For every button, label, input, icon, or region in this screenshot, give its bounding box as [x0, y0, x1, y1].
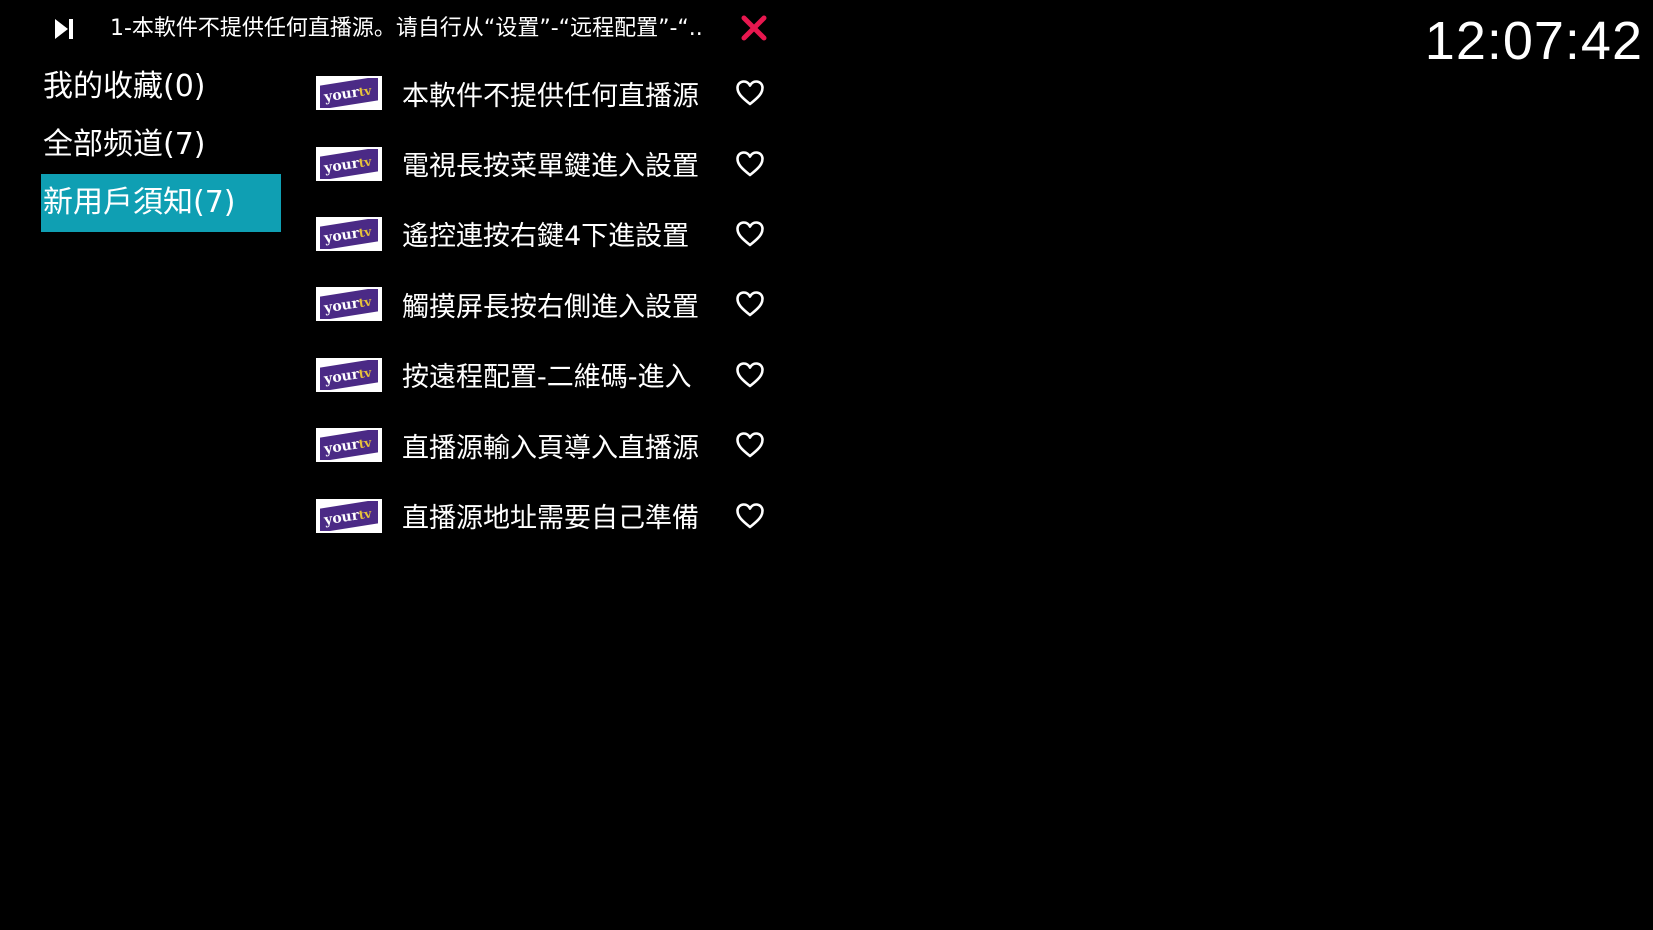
channel-name: 電視長按菜單鍵進入設置 — [402, 151, 699, 183]
favorite-button[interactable] — [734, 148, 766, 180]
favorite-button[interactable] — [734, 77, 766, 109]
heart-outline-icon — [736, 432, 764, 458]
channel-row[interactable]: yourtv 電視長按菜單鍵進入設置 — [316, 128, 776, 198]
category-label: 全部频道(7) — [43, 127, 206, 162]
heart-outline-icon — [736, 150, 764, 176]
category-all-channels[interactable]: 全部频道(7) — [41, 116, 281, 174]
channel-logo: yourtv — [316, 357, 382, 392]
channel-logo: yourtv — [316, 287, 382, 322]
channel-row[interactable]: yourtv 直播源地址需要自己準備 — [316, 480, 776, 550]
channel-name: 遙控連按右鍵4下進設置 — [402, 221, 690, 253]
channel-logo: yourtv — [316, 428, 382, 463]
channel-row[interactable]: yourtv 按遠程配置-二維碼-進入 — [316, 340, 776, 410]
heart-outline-icon — [736, 502, 764, 528]
clock: 12:07:42 — [1424, 11, 1643, 71]
skip-next-icon — [55, 19, 73, 39]
heart-outline-icon — [736, 361, 764, 388]
heart-outline-icon — [736, 291, 764, 317]
notice-marquee: 1-本軟件不提供任何直播源。请自行从“设置”-“远程配置”-“.. — [110, 16, 703, 41]
heart-outline-icon — [736, 80, 764, 106]
category-new-user-notice[interactable]: 新用戶須知(7) — [41, 174, 281, 232]
category-label: 新用戶須知(7) — [43, 185, 236, 220]
category-favorites[interactable]: 我的收藏(0) — [41, 58, 281, 116]
channel-row[interactable]: yourtv 觸摸屏長按右側進入設置 — [316, 269, 776, 339]
favorite-button[interactable] — [734, 218, 766, 250]
channel-list: yourtv 本軟件不提供任何直播源 yourtv 電視長按菜單鍵進入設置 yo… — [316, 58, 776, 551]
tv-player-screen: 1-本軟件不提供任何直播源。请自行从“设置”-“远程配置”-“.. 12:07:… — [0, 0, 1653, 930]
channel-logo: yourtv — [316, 498, 382, 533]
channel-logo: yourtv — [316, 216, 382, 251]
channel-row[interactable]: yourtv 本軟件不提供任何直播源 — [316, 58, 776, 128]
channel-row[interactable]: yourtv 直播源輸入頁導入直播源 — [316, 410, 776, 480]
channel-name: 本軟件不提供任何直播源 — [402, 80, 699, 112]
favorite-button[interactable] — [734, 288, 766, 320]
heart-outline-icon — [736, 221, 764, 247]
channel-name: 按遠程配置-二維碼-進入 — [402, 362, 692, 394]
category-label: 我的收藏(0) — [43, 69, 206, 104]
channel-name: 直播源輸入頁導入直播源 — [402, 432, 699, 464]
close-notice-button[interactable] — [738, 12, 770, 44]
channel-logo: yourtv — [316, 76, 382, 111]
channel-logo: yourtv — [316, 146, 382, 181]
channel-name: 觸摸屏長按右側進入設置 — [402, 291, 699, 323]
channel-row[interactable]: yourtv 遙控連按右鍵4下進設置 — [316, 199, 776, 269]
category-list: 我的收藏(0) 全部频道(7) 新用戶須知(7) — [41, 58, 281, 232]
skip-next-button[interactable] — [50, 14, 78, 44]
favorite-button[interactable] — [734, 359, 766, 391]
favorite-button[interactable] — [734, 500, 766, 532]
favorite-button[interactable] — [734, 429, 766, 461]
channel-name: 直播源地址需要自己準備 — [402, 503, 699, 535]
close-icon — [741, 15, 767, 41]
